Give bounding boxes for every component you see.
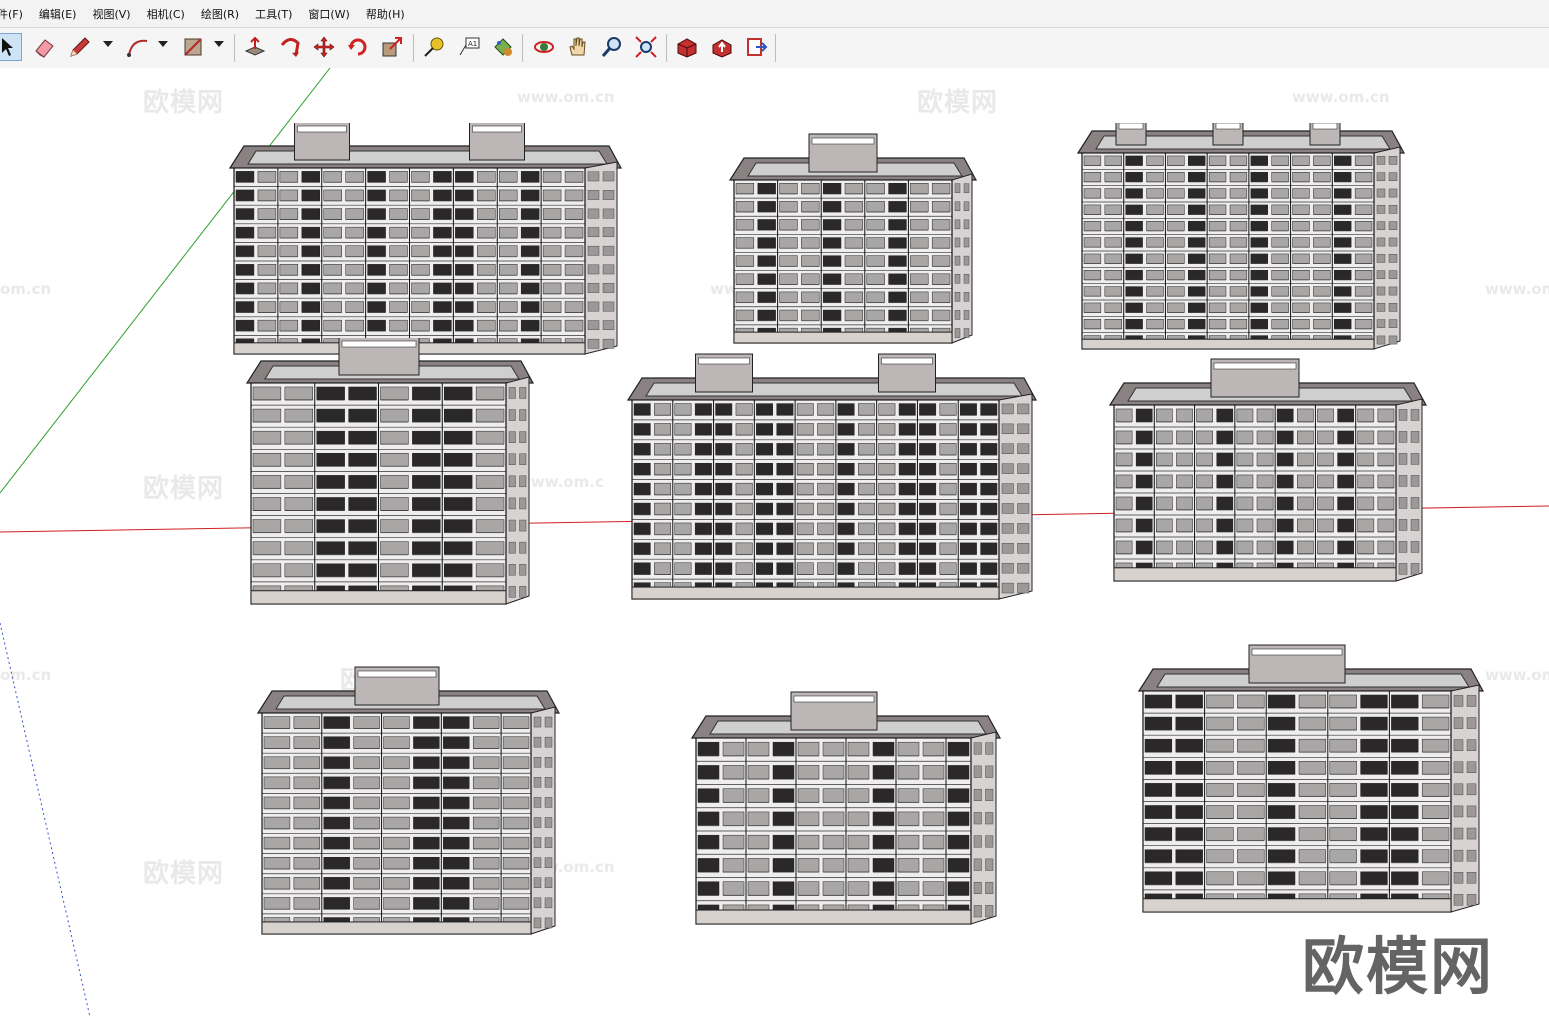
watermark-url: www.om.cn [1485, 666, 1549, 684]
select-tool-button[interactable] [0, 33, 22, 61]
select-arrow-icon [2, 38, 13, 56]
menu-view[interactable]: 视图(V) [84, 6, 138, 22]
3d-warehouse-button[interactable] [673, 33, 701, 61]
arc-dropdown-arrow[interactable] [158, 41, 168, 47]
send-to-layout-icon [747, 38, 768, 56]
watermark-text: 欧模网 [143, 859, 225, 889]
eraser-icon [35, 39, 54, 58]
menu-bar: 件(F) 编辑(E) 视图(V) 相机(C) 绘图(R) 工具(T) 窗口(W)… [0, 0, 1549, 27]
menu-tools[interactable]: 工具(T) [247, 6, 300, 22]
arc-tool-button[interactable] [124, 33, 152, 61]
watermark-url: www.om.cn [1485, 280, 1549, 298]
push-pull-tool-button[interactable] [241, 33, 269, 61]
send-to-layout-button[interactable] [742, 33, 770, 61]
menu-help[interactable]: 帮助(H) [358, 6, 413, 22]
line-tool-button[interactable] [66, 33, 94, 61]
orbit-tool-button[interactable] [530, 33, 558, 61]
main-toolbar: A1 [0, 27, 1549, 69]
tape-measure-tool-button[interactable] [420, 33, 448, 61]
pan-hand-icon [569, 37, 586, 56]
watermark-text: 欧模网 [917, 88, 999, 118]
building-model[interactable] [1137, 541, 1485, 916]
menu-camera[interactable]: 相机(C) [139, 6, 193, 22]
text-label-icon: A1 [459, 37, 480, 56]
watermark-text: 欧模网 [143, 474, 225, 504]
paint-bucket-icon [494, 38, 512, 56]
model-viewport[interactable]: 欧模网 www.om.cn 欧模网 www.om.cn om.cn www.om… [0, 68, 1549, 1017]
building-model[interactable] [256, 603, 561, 938]
rectangle-icon [184, 38, 202, 56]
paint-bucket-tool-button[interactable] [489, 33, 517, 61]
zoom-magnifier-icon [601, 37, 621, 57]
menu-window[interactable]: 窗口(W) [300, 6, 357, 22]
rotate-tool-button[interactable] [344, 33, 372, 61]
pan-tool-button[interactable] [564, 33, 592, 61]
building-model[interactable] [728, 125, 978, 347]
building-model[interactable] [1076, 123, 1406, 353]
building-model[interactable] [626, 345, 1038, 603]
pencil-icon [70, 37, 90, 57]
zoom-extents-icon [635, 36, 657, 58]
building-model[interactable] [228, 123, 623, 358]
watermark-url: www.om.cn [1292, 88, 1390, 106]
tape-measure-icon [424, 37, 444, 57]
shape-dropdown-arrow[interactable] [214, 41, 224, 47]
menu-file[interactable]: 件(F) [0, 6, 31, 22]
scale-icon [382, 37, 402, 57]
share-model-icon [712, 39, 732, 58]
menu-draw[interactable]: 绘图(R) [193, 6, 247, 22]
svg-text:A1: A1 [468, 40, 477, 48]
text-tool-button[interactable]: A1 [455, 33, 483, 61]
share-model-button[interactable] [708, 33, 736, 61]
rectangle-tool-button[interactable] [179, 33, 207, 61]
building-model[interactable] [245, 338, 535, 608]
watermark-url: om.cn [0, 666, 52, 684]
watermark-text: 欧模网 [143, 88, 225, 118]
follow-me-icon [280, 38, 300, 57]
move-tool-button[interactable] [310, 33, 338, 61]
zoom-extents-tool-button[interactable] [632, 33, 660, 61]
arc-icon [127, 39, 148, 57]
menu-edit[interactable]: 编辑(E) [31, 6, 85, 22]
line-dropdown-arrow[interactable] [103, 41, 113, 47]
warehouse-icon [677, 38, 697, 58]
brand-logo-watermark: 欧模网 [1302, 930, 1495, 1003]
orbit-icon [534, 41, 554, 53]
eraser-tool-button[interactable] [30, 33, 58, 61]
watermark-url: om.cn [0, 280, 52, 298]
scale-tool-button[interactable] [378, 33, 406, 61]
move-icon [313, 36, 335, 58]
rotate-icon [348, 38, 367, 56]
watermark-url: www.om.cn [517, 88, 615, 106]
push-pull-icon [244, 36, 266, 56]
building-model[interactable] [690, 618, 1002, 928]
zoom-tool-button[interactable] [598, 33, 626, 61]
follow-me-tool-button[interactable] [276, 33, 304, 61]
